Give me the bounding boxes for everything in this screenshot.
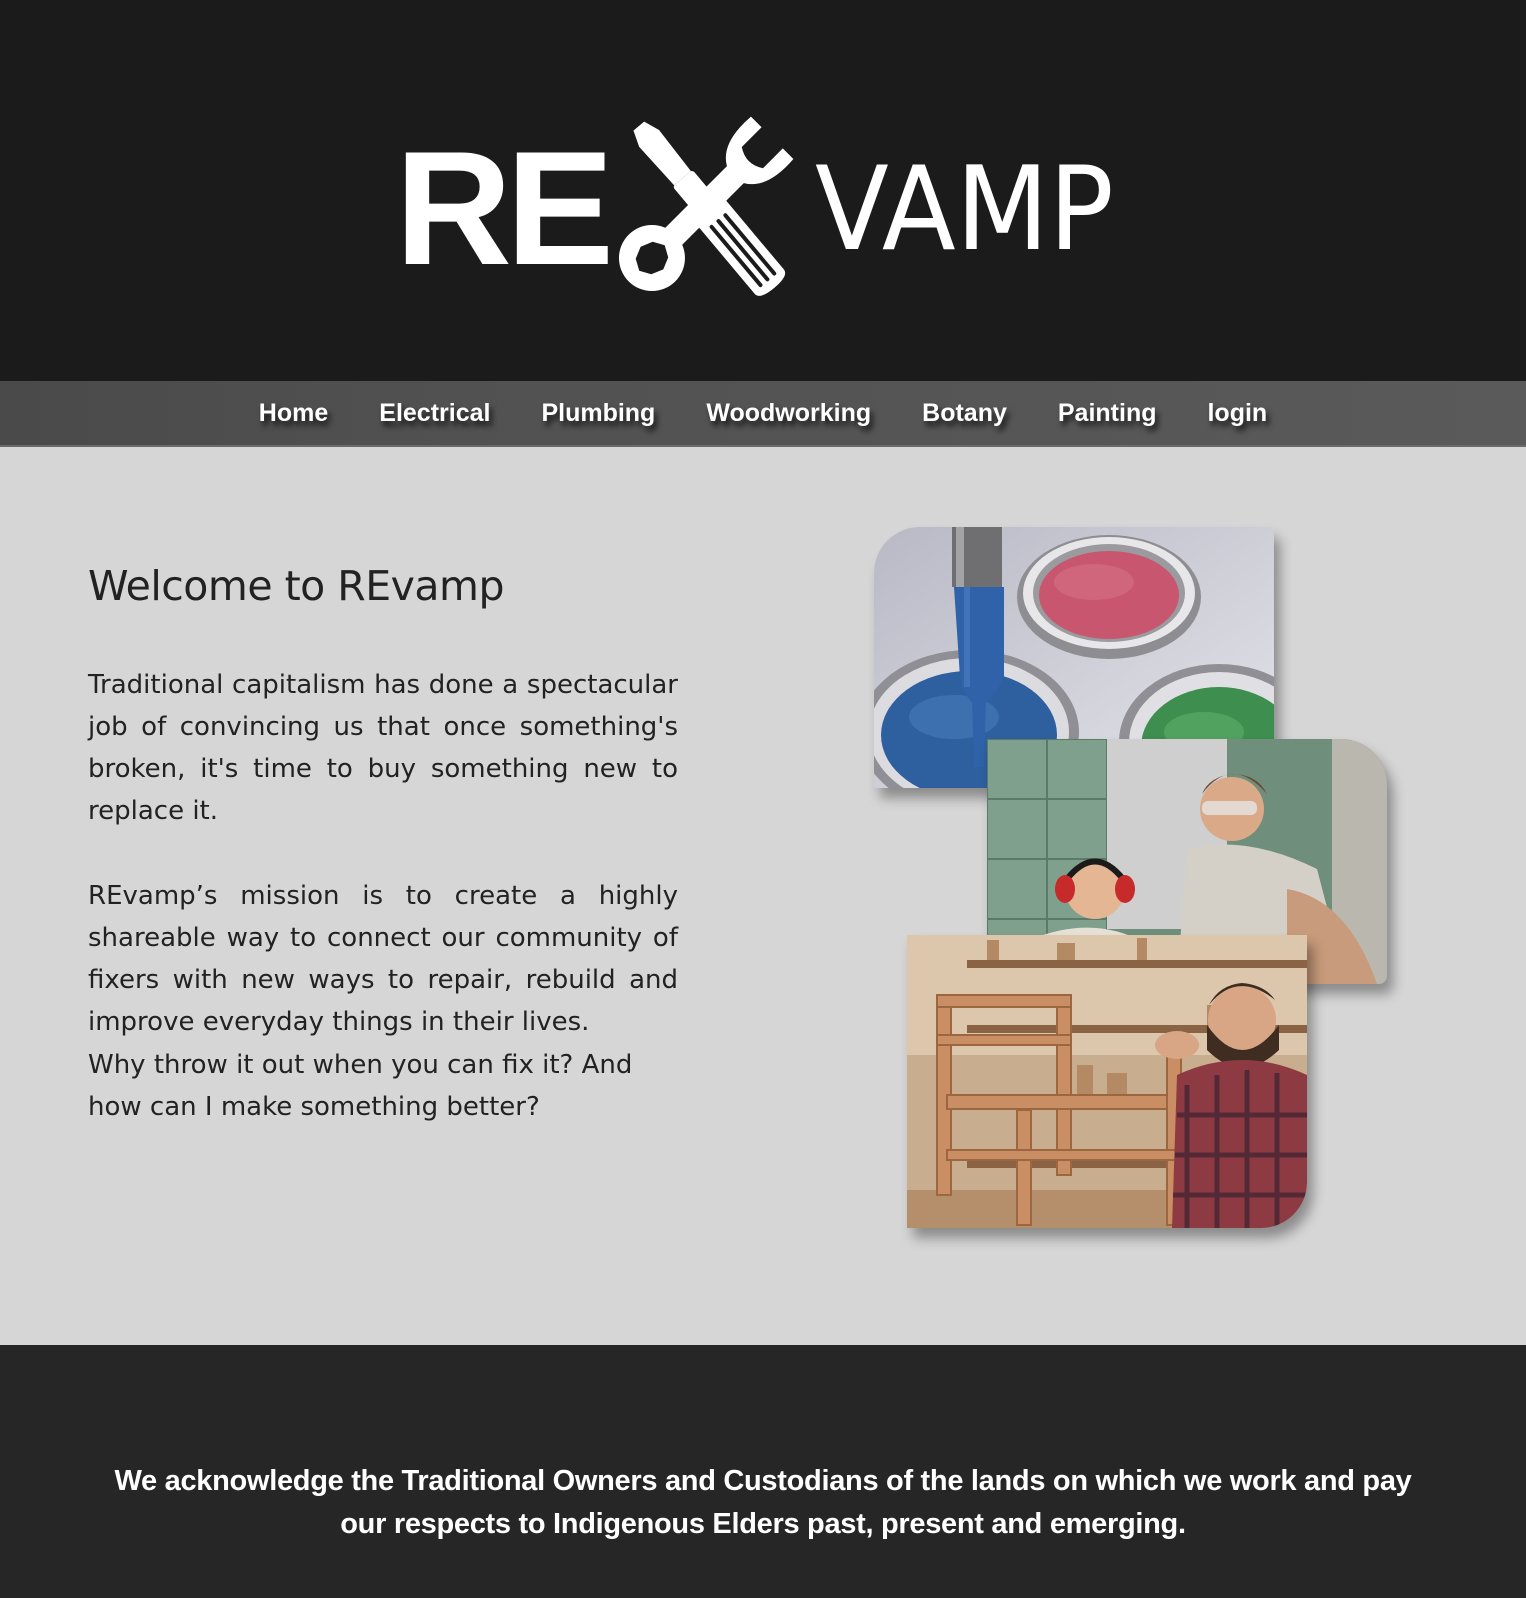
woodworker-photo	[907, 935, 1307, 1228]
page-title: Welcome to REvamp	[88, 562, 505, 610]
land-acknowledgement: We acknowledge the Traditional Owners an…	[114, 1465, 1412, 1540]
nav-list: Home Electrical Plumbing Woodworking Bot…	[0, 381, 1526, 445]
nav-link-botany[interactable]: Botany	[922, 399, 1007, 428]
nav-item-login: login	[1207, 399, 1267, 428]
nav-item-plumbing: Plumbing	[541, 399, 655, 428]
nav-item-home: Home	[259, 399, 328, 428]
nav-item-electrical: Electrical	[379, 399, 490, 428]
nav-link-painting[interactable]: Painting	[1058, 399, 1157, 428]
nav-item-painting: Painting	[1058, 399, 1157, 428]
logo-text-vamp: VAMP	[815, 142, 1114, 277]
site-header: RE VAMP	[0, 0, 1526, 381]
nav-link-plumbing[interactable]: Plumbing	[541, 399, 655, 428]
logo-text-re: RE	[395, 118, 614, 299]
main-content: Welcome to REvamp Traditional capitalism…	[0, 447, 1526, 1345]
main-navigation: Home Electrical Plumbing Woodworking Bot…	[0, 381, 1526, 447]
revamp-logo[interactable]: RE VAMP	[395, 100, 1155, 320]
nav-link-home[interactable]: Home	[259, 399, 328, 428]
wrench-screwdriver-icon	[618, 116, 794, 296]
nav-item-botany: Botany	[922, 399, 1007, 428]
nav-link-login[interactable]: login	[1207, 399, 1267, 428]
intro-paragraph-3: Why throw it out when you can fix it? An…	[88, 1050, 633, 1122]
nav-link-woodworking[interactable]: Woodworking	[706, 399, 871, 428]
nav-item-woodworking: Woodworking	[706, 399, 871, 428]
intro-paragraph-2: REvamp’s mission is to create a highly s…	[88, 881, 678, 1037]
nav-link-electrical[interactable]: Electrical	[379, 399, 490, 428]
site-footer: We acknowledge the Traditional Owners an…	[0, 1345, 1526, 1598]
intro-paragraph-1: Traditional capitalism has done a specta…	[88, 670, 678, 826]
